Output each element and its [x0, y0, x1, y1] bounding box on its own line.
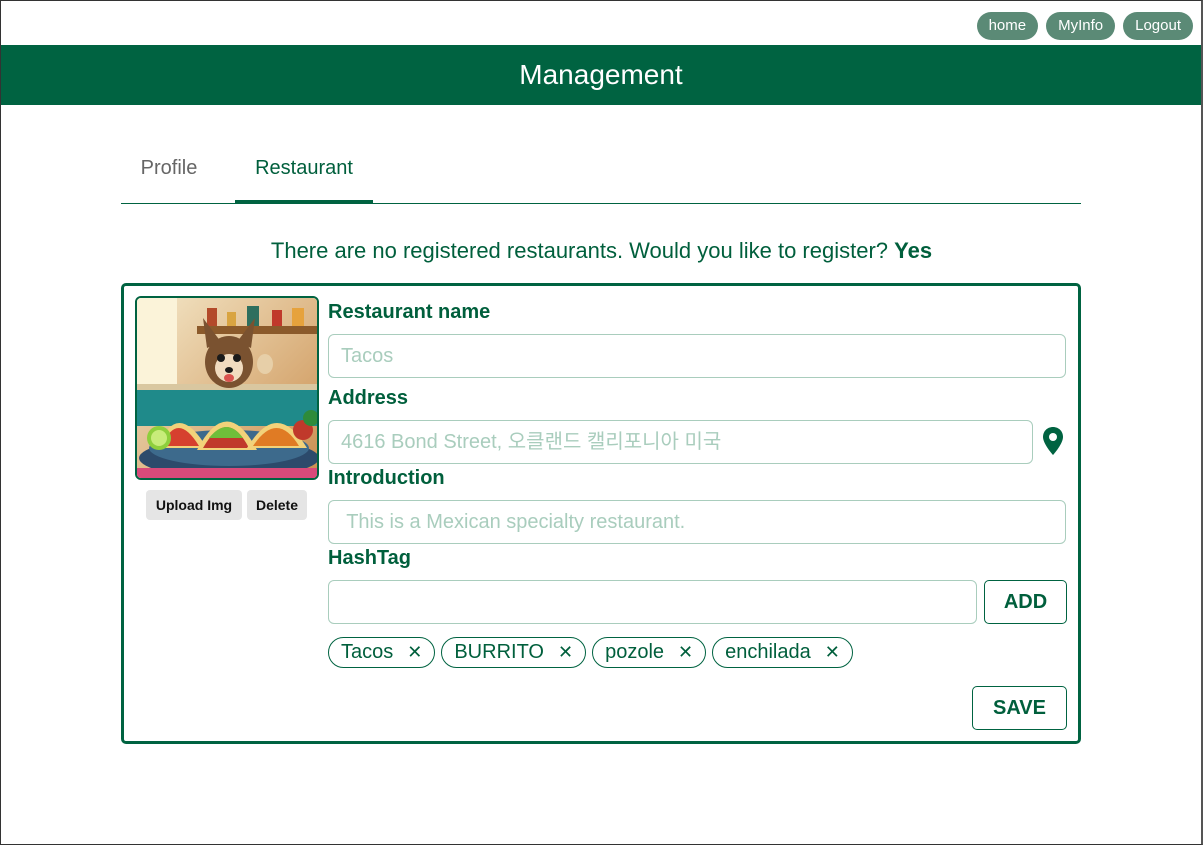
header-bar: Management — [1, 45, 1201, 105]
notice-text: There are no registered restaurants. Wou… — [270, 238, 889, 263]
address-label: Address — [328, 387, 409, 409]
restaurant-form: Upload Img Delete Restaurant name Addres… — [121, 283, 1081, 744]
hashtag-list: Tacos ✕ BURRITO ✕ pozole ✕ enchilada ✕ — [328, 637, 853, 668]
close-icon[interactable]: ✕ — [825, 642, 840, 663]
hashtag-chip-label: BURRITO — [454, 641, 544, 663]
tab-profile[interactable]: Profile — [121, 145, 217, 203]
hashtag-chip: enchilada ✕ — [712, 637, 853, 668]
close-icon[interactable]: ✕ — [678, 642, 693, 663]
restaurant-name-input[interactable] — [328, 334, 1066, 378]
introduction-input[interactable] — [328, 500, 1066, 544]
registration-notice: There are no registered restaurants. Wou… — [0, 238, 1203, 264]
hashtag-chip: Tacos ✕ — [328, 637, 436, 668]
add-hashtag-button[interactable]: ADD — [984, 580, 1067, 624]
delete-image-button[interactable]: Delete — [247, 490, 307, 520]
top-nav: home MyInfo Logout — [976, 12, 1193, 40]
restaurant-photo — [135, 296, 319, 480]
restaurant-name-label: Restaurant name — [328, 301, 491, 323]
map-pin-icon[interactable] — [1042, 426, 1064, 456]
close-icon[interactable]: ✕ — [407, 642, 422, 663]
logout-button[interactable]: Logout — [1123, 12, 1193, 40]
address-input[interactable] — [328, 420, 1033, 464]
hashtag-label: HashTag — [328, 547, 411, 569]
hashtag-chip: BURRITO ✕ — [441, 637, 587, 668]
home-button[interactable]: home — [976, 12, 1039, 40]
myinfo-button[interactable]: MyInfo — [1046, 12, 1116, 40]
hashtag-chip: pozole ✕ — [592, 637, 707, 668]
hashtag-chip-label: enchilada — [725, 641, 811, 663]
tab-restaurant[interactable]: Restaurant — [235, 145, 373, 203]
hashtag-chip-label: Tacos — [341, 641, 394, 663]
save-button[interactable]: SAVE — [972, 686, 1067, 730]
upload-image-button[interactable]: Upload Img — [146, 490, 242, 520]
introduction-label: Introduction — [328, 467, 445, 489]
restaurant-photo-image — [137, 298, 317, 478]
hashtag-chip-label: pozole — [605, 641, 665, 663]
hashtag-input[interactable] — [328, 580, 977, 624]
tab-bar: Profile Restaurant — [121, 145, 1081, 204]
register-yes-link[interactable]: Yes — [894, 238, 932, 263]
close-icon[interactable]: ✕ — [558, 642, 573, 663]
page-title: Management — [519, 59, 683, 90]
